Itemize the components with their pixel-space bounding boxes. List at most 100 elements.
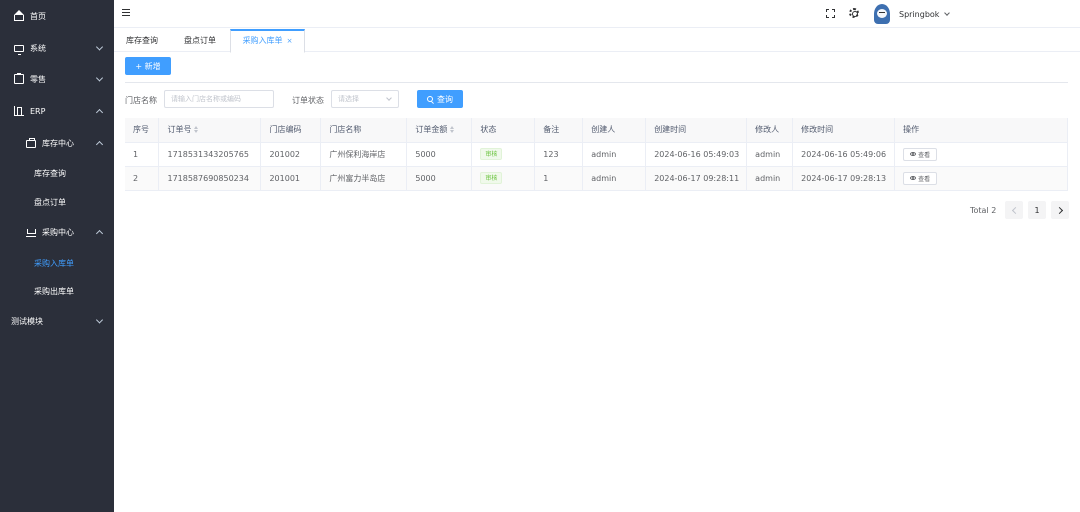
- username[interactable]: Springbok: [899, 10, 939, 19]
- chevron-up-icon: [95, 229, 104, 238]
- tab-stocktake-order[interactable]: 盘点订单: [176, 29, 224, 52]
- column-header: 门店名称: [320, 118, 408, 143]
- sidebar-item-erp[interactable]: ERP: [0, 97, 114, 125]
- chevron-up-icon: [95, 108, 104, 117]
- table-cell: 201001: [260, 166, 322, 191]
- home-icon: [14, 10, 24, 21]
- bag-icon: [26, 138, 36, 148]
- sidebar-item-label: 首页: [30, 11, 46, 21]
- tags-view: 库存查询 盘点订单 采购入库单 ×: [114, 29, 1080, 53]
- chevron-down-icon: [386, 95, 392, 101]
- sidebar-item-system[interactable]: 系统: [0, 34, 114, 62]
- sidebar-item-label: ERP: [30, 106, 46, 116]
- column-header: 备注: [534, 118, 584, 143]
- sort-icon[interactable]: [194, 126, 199, 134]
- clipboard-icon: [14, 73, 24, 84]
- table-cell: 2024-06-17 09:28:11: [645, 166, 748, 191]
- tab-label: 采购入库单: [242, 36, 283, 45]
- pagination-prev-button[interactable]: [1005, 201, 1023, 219]
- status-badge: 审核: [480, 148, 503, 160]
- close-icon[interactable]: ×: [287, 37, 293, 45]
- table-cell: admin: [746, 166, 794, 191]
- pagination-next-button[interactable]: [1051, 201, 1069, 219]
- sidebar-item-label: 系统: [30, 43, 46, 53]
- tab-purchase-inbound[interactable]: 采购入库单 ×: [230, 29, 305, 53]
- hamburger-icon[interactable]: [122, 9, 130, 16]
- store-name-label: 门店名称: [125, 96, 157, 105]
- column-header: 序号: [125, 118, 160, 143]
- sidebar-item-inventory-center[interactable]: 库存中心: [0, 129, 114, 157]
- table-cell: 5000: [406, 142, 473, 167]
- view-button[interactable]: 查看: [903, 171, 938, 185]
- table-cell: 201002: [260, 142, 322, 167]
- pagination-page-button[interactable]: 1: [1028, 201, 1046, 219]
- sidebar-item-label: 盘点订单: [34, 197, 66, 207]
- column-header[interactable]: 订单金额: [406, 118, 473, 143]
- table-cell: admin: [746, 142, 794, 167]
- column-header: 门店编码: [260, 118, 322, 143]
- chevron-down-icon: [95, 74, 104, 82]
- view-button-label: 查看: [918, 175, 931, 183]
- column-header: 修改时间: [792, 118, 896, 143]
- column-header: 创建人: [582, 118, 647, 143]
- sidebar-item-test-module[interactable]: 测试模块: [0, 307, 114, 335]
- search-icon: [427, 96, 433, 102]
- table-row[interactable]: 2 1718587690850234 201001 广州富力半岛店 5000 审…: [125, 166, 1068, 191]
- column-header: 创建时间: [645, 118, 748, 143]
- orders-table: 序号 订单号 门店编码 门店名称 订单金额 状态 备注 创建人 创建时间 修改人…: [125, 118, 1068, 191]
- tab-label: 盘点订单: [184, 36, 216, 45]
- sidebar-item-label: 测试模块: [11, 316, 43, 326]
- table-cell: 1718587690850234: [158, 166, 262, 191]
- add-button[interactable]: + 新增: [125, 57, 171, 75]
- table-row[interactable]: 1 1718531343205765 201002 广州保利海岸店 5000 审…: [125, 142, 1068, 167]
- view-button[interactable]: 查看: [903, 147, 938, 161]
- table-cell: 2024-06-16 05:49:03: [645, 142, 748, 167]
- order-status-placeholder: 请选择: [338, 95, 359, 103]
- table-cell: 广州保利海岸店: [320, 142, 408, 167]
- cart-icon: [26, 227, 36, 237]
- add-button-label: + 新增: [135, 61, 161, 71]
- table-cell: 1: [125, 142, 160, 167]
- table-cell: 2024-06-16 05:49:06: [792, 142, 896, 167]
- tab-inventory-query[interactable]: 库存查询: [118, 29, 166, 52]
- column-header[interactable]: 订单号: [158, 118, 262, 143]
- sidebar-item-inventory-query[interactable]: 库存查询: [0, 159, 114, 187]
- store-name-input[interactable]: 请输入门店名称或编码: [164, 90, 274, 108]
- order-status-label: 订单状态: [292, 96, 324, 105]
- sidebar-item-stocktake-order[interactable]: 盘点订单: [0, 188, 114, 216]
- table-cell: admin: [582, 142, 647, 167]
- sidebar-item-home[interactable]: 首页: [0, 2, 114, 30]
- column-header: 状态: [471, 118, 536, 143]
- avatar[interactable]: [874, 4, 890, 24]
- tab-label: 库存查询: [126, 36, 158, 45]
- sidebar-item-label: 库存中心: [42, 138, 74, 148]
- order-status-select[interactable]: 请选择: [331, 90, 399, 108]
- table-header-row: 序号 订单号 门店编码 门店名称 订单金额 状态 备注 创建人 创建时间 修改人…: [125, 118, 1068, 143]
- table-cell: 2024-06-17 09:28:13: [792, 166, 896, 191]
- sidebar-item-purchase-outbound[interactable]: 采购出库单: [0, 277, 114, 305]
- table-cell: 2: [125, 166, 160, 191]
- sidebar-item-retail[interactable]: 零售: [0, 65, 114, 93]
- table-cell: 123: [534, 142, 584, 167]
- divider: [125, 82, 1068, 83]
- table-cell: 审核: [471, 142, 536, 167]
- chevron-down-icon: [95, 43, 104, 51]
- table-cell: 审核: [471, 166, 536, 191]
- sidebar: 首页 系统 零售 ERP 库存中心 库存查询 盘点订单 采购中心 采购入库单 采…: [0, 0, 114, 512]
- table-cell: 广州富力半岛店: [320, 166, 408, 191]
- query-button[interactable]: 查询: [417, 90, 463, 108]
- view-button-label: 查看: [918, 151, 931, 159]
- table-cell: 1: [534, 166, 584, 191]
- sort-icon[interactable]: [450, 126, 455, 134]
- table-cell: 5000: [406, 166, 473, 191]
- sidebar-item-purchase-inbound[interactable]: 采购入库单: [0, 249, 114, 277]
- fullscreen-icon[interactable]: [826, 9, 835, 18]
- chevron-up-icon: [95, 140, 104, 149]
- sidebar-item-label: 采购出库单: [34, 286, 74, 296]
- building-icon: [14, 106, 24, 116]
- table-cell: 1718531343205765: [158, 142, 262, 167]
- query-button-label: 查询: [437, 94, 453, 104]
- gear-icon[interactable]: [849, 8, 859, 18]
- sidebar-item-purchase-center[interactable]: 采购中心: [0, 218, 114, 246]
- column-header: 操作: [894, 118, 1068, 143]
